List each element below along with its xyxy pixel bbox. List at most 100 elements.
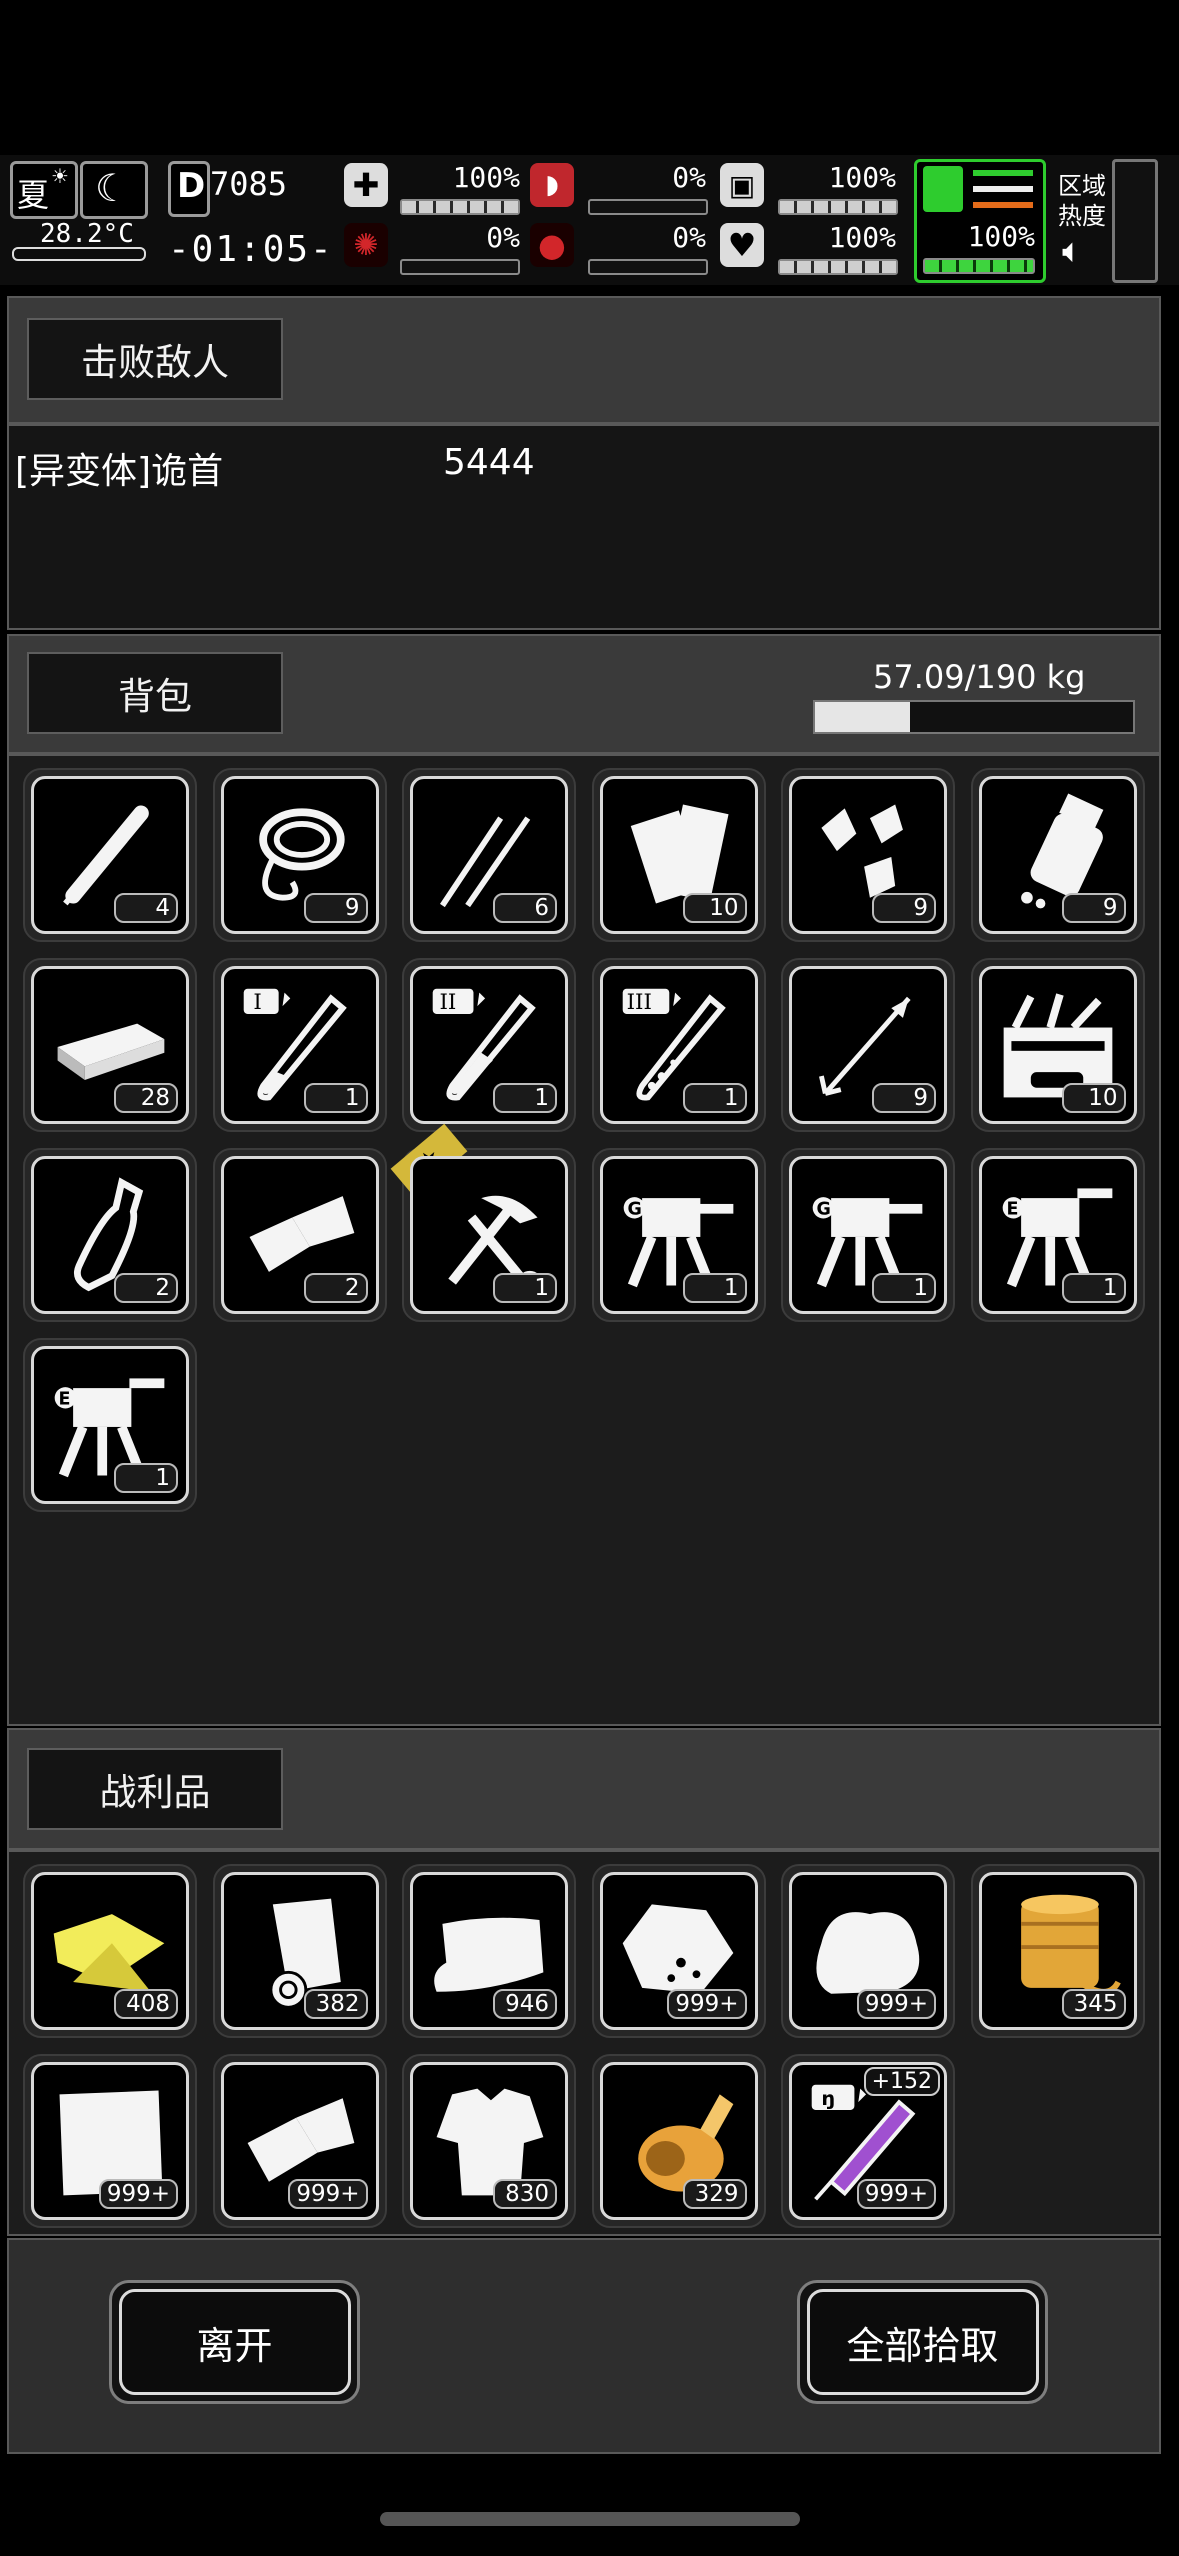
take-all-button-label: 全部拾取 [806, 2289, 1039, 2395]
item-slot[interactable]: 999+ [23, 2054, 197, 2228]
enemy-value: 5444 [443, 442, 535, 483]
enemy-row[interactable]: [异变体]诡首 5444 [9, 434, 1159, 494]
item-count: 345 [1061, 1989, 1126, 2019]
svg-text:ŋ: ŋ [821, 2087, 835, 2110]
leave-button[interactable]: 离开 [109, 2280, 360, 2404]
sun-icon: ☀ [51, 164, 69, 188]
infection-pct: 0% [486, 221, 520, 254]
item-slot[interactable]: 999+ [781, 1864, 955, 2038]
item-slot[interactable]: 9 [970, 768, 1145, 942]
item-slot[interactable]: ★1 [390, 1123, 576, 1322]
item-count: 2 [114, 1273, 178, 1303]
item-slot[interactable]: 9 [212, 768, 387, 942]
item-count: 9 [1061, 893, 1126, 923]
item-slot[interactable]: ŋ 999+ +152 [781, 2054, 955, 2228]
item-count: 28 [114, 1083, 178, 1113]
item-slot[interactable]: 345 [970, 1864, 1145, 2038]
backpack-header: 背包 57.09/190 kg [7, 634, 1161, 754]
item-slot[interactable]: 10 [591, 768, 766, 942]
item-slot[interactable]: 2 [23, 1148, 197, 1322]
item-count: 382 [303, 1989, 368, 2019]
item-count: 830 [493, 2179, 557, 2209]
item-frame: 830 [410, 2062, 568, 2220]
item-frame: 382 [220, 1872, 379, 2030]
tab-loot[interactable]: 战利品 [27, 1748, 283, 1830]
item-slot[interactable]: G1 [591, 1148, 766, 1322]
tab-defeated[interactable]: 击败敌人 [27, 318, 283, 400]
tab-backpack[interactable]: 背包 [27, 652, 283, 734]
item-count: 9 [303, 893, 368, 923]
item-frame: 999+ [789, 1872, 947, 2030]
item-slot[interactable]: 999+ [591, 1864, 766, 2038]
item-slot[interactable]: 9 [781, 768, 955, 942]
item-slot[interactable]: I1 [212, 958, 387, 1132]
item-count: 1 [114, 1463, 178, 1493]
defeated-header: 击败敌人 [7, 296, 1161, 424]
stamina-pct: 100% [967, 220, 1035, 253]
action-bar: 离开 全部拾取 [7, 2238, 1161, 2454]
item-frame: E1 [978, 1156, 1137, 1314]
svg-text:E: E [1006, 1200, 1018, 1220]
bleeding-pct: 0% [672, 221, 706, 254]
mood-pct: 100% [828, 221, 896, 254]
item-frame: 1 [410, 1156, 568, 1314]
item-frame: 9 [789, 776, 947, 934]
item-slot[interactable]: 830 [402, 2054, 576, 2228]
home-indicator[interactable] [380, 2512, 800, 2526]
svg-text:I: I [253, 990, 261, 1015]
item-slot[interactable]: 4 [23, 768, 197, 942]
item-slot[interactable]: 9 [781, 958, 955, 1132]
item-slot[interactable]: E1 [23, 1338, 197, 1512]
loot-header: 战利品 [7, 1728, 1161, 1850]
item-slot[interactable]: 6 [402, 768, 576, 942]
item-count: 999+ [856, 2179, 936, 2209]
infection-bar [400, 259, 520, 275]
svg-text:III: III [626, 990, 651, 1015]
item-slot[interactable]: 408 [23, 1864, 197, 2038]
item-slot[interactable]: 329 [591, 2054, 766, 2228]
item-frame: 9 [978, 776, 1137, 934]
svg-text:G: G [627, 1200, 641, 1220]
day-icon: D [168, 161, 210, 217]
item-slot[interactable]: III 1 [591, 958, 766, 1132]
take-all-button[interactable]: 全部拾取 [797, 2280, 1048, 2404]
item-count: 9 [872, 893, 936, 923]
item-slot[interactable]: G1 [781, 1148, 955, 1322]
item-frame: E1 [31, 1346, 189, 1504]
temperature: 28.2°C [40, 219, 134, 249]
item-frame: 329 [599, 2062, 758, 2220]
item-slot[interactable]: 999+ [212, 2054, 387, 2228]
item-slot[interactable]: 28 [23, 958, 197, 1132]
item-frame: 10 [599, 776, 758, 934]
health-bar [400, 199, 520, 215]
item-slot[interactable]: 946 [402, 1864, 576, 2038]
item-count: 1 [493, 1273, 557, 1303]
thirst-bar [778, 199, 898, 215]
item-count: 999+ [98, 2179, 178, 2209]
item-frame: 2 [220, 1156, 379, 1314]
item-count: 1 [682, 1083, 747, 1113]
item-count: 999+ [856, 1989, 936, 2019]
item-slot[interactable]: 382 [212, 1864, 387, 2038]
item-slot[interactable]: E1 [970, 1148, 1145, 1322]
item-count: 1 [303, 1083, 368, 1113]
item-frame: 408 [31, 1872, 189, 2030]
item-count: 999+ [667, 1989, 747, 2019]
weight-label: 57.09/190 kg [873, 658, 1086, 696]
item-count: 408 [114, 1989, 178, 2019]
enemy-name: [异变体]诡首 [15, 451, 224, 492]
item-slot[interactable]: II 1 [402, 958, 576, 1132]
hunger-bar [588, 199, 708, 215]
region-heat-label: 区域热度 [1058, 172, 1106, 230]
item-frame: III 1 [599, 966, 758, 1124]
item-count: 329 [682, 2179, 747, 2209]
item-slot[interactable]: 2 [212, 1148, 387, 1322]
item-slot[interactable]: 10 [970, 958, 1145, 1132]
item-frame: 9 [789, 966, 947, 1124]
item-frame: G1 [599, 1156, 758, 1314]
season-box: 夏 ☀ [10, 161, 78, 219]
speaker-icon[interactable]: 🔈︎ [1062, 231, 1082, 271]
item-frame: 999+ [31, 2062, 189, 2220]
item-frame: 28 [31, 966, 189, 1124]
blood-drop-icon: ● [530, 223, 574, 267]
